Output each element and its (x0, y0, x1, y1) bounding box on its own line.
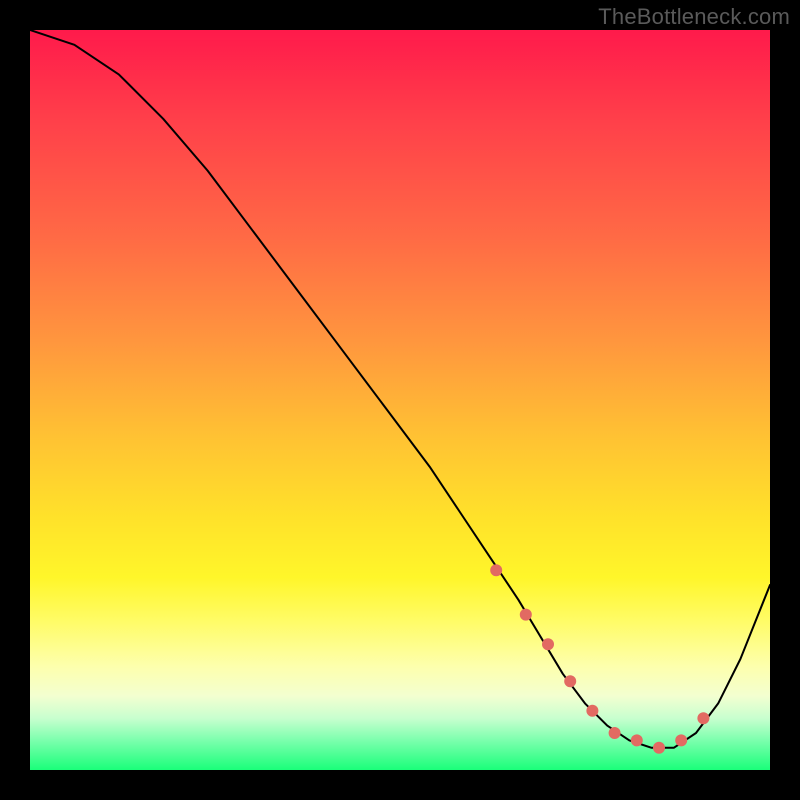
marker-dot (675, 734, 687, 746)
marker-dot (520, 609, 532, 621)
marker-dot (631, 734, 643, 746)
marker-dot (653, 742, 665, 754)
plot-area (30, 30, 770, 770)
marker-dot (609, 727, 621, 739)
marker-dot (490, 564, 502, 576)
bottleneck-curve (30, 30, 770, 770)
marker-dot (564, 675, 576, 687)
marker-dot (542, 638, 554, 650)
marker-dot (697, 712, 709, 724)
watermark: TheBottleneck.com (598, 4, 790, 30)
marker-dot (586, 705, 598, 717)
chart-container: TheBottleneck.com (0, 0, 800, 800)
